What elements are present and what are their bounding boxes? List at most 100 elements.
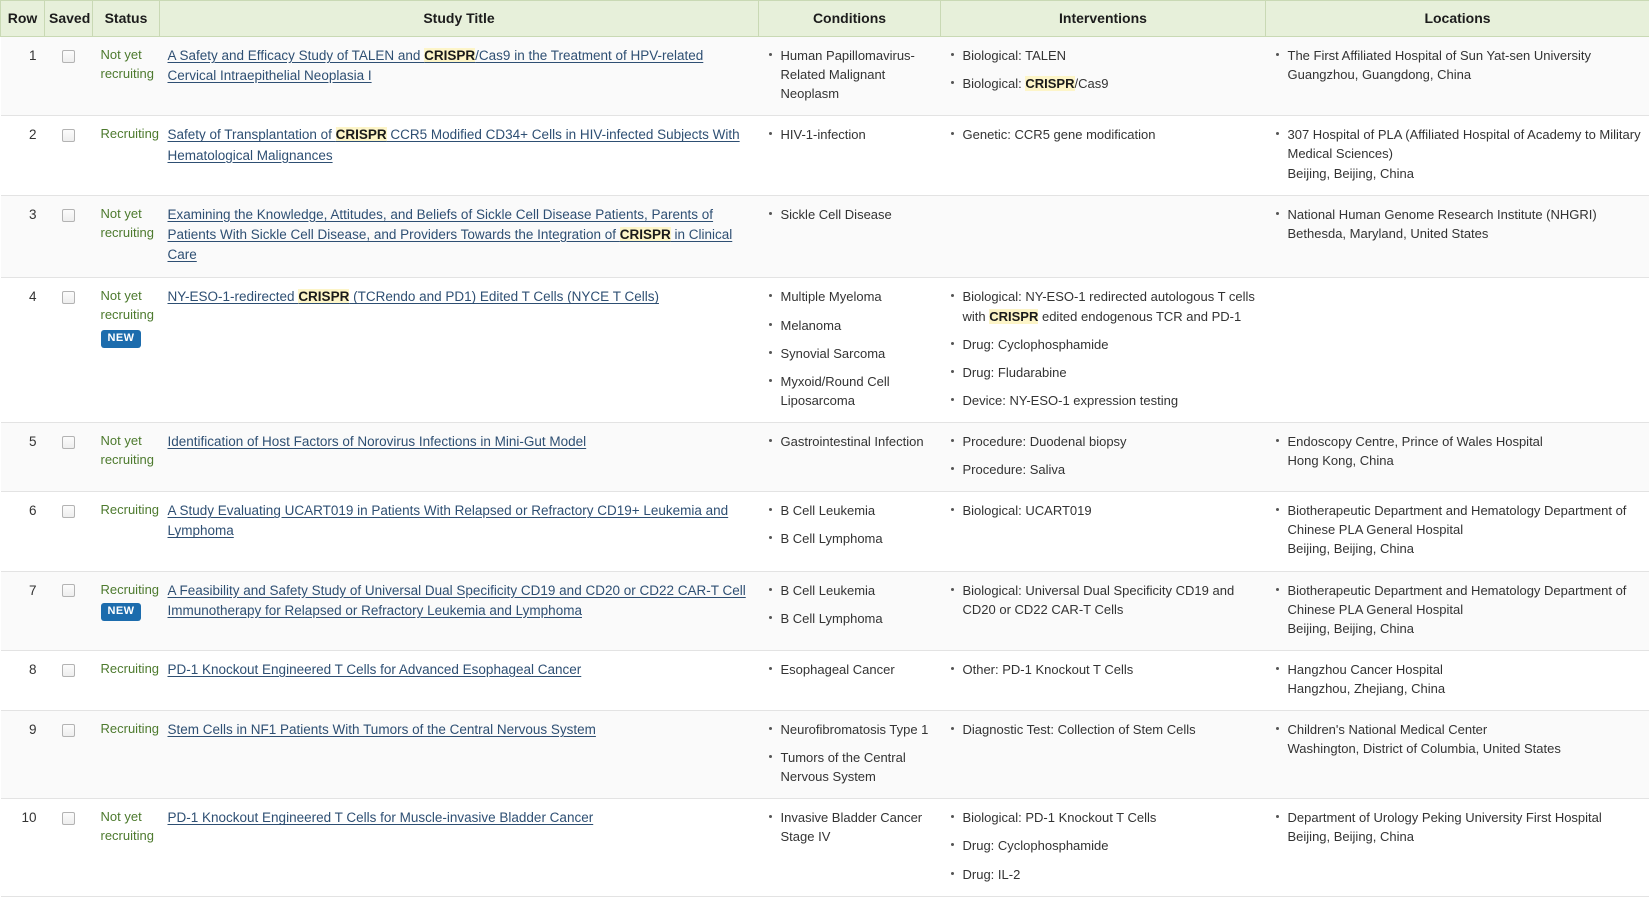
locations-cell: Department of Urology Peking University …: [1266, 799, 1649, 896]
saved-cell[interactable]: [45, 650, 93, 710]
saved-cell[interactable]: [45, 278, 93, 423]
location-place: Hangzhou, Zhejiang, China: [1288, 679, 1642, 698]
table-header: Row Saved Status Study Title Conditions …: [1, 1, 1649, 37]
status-text: Recruiting: [101, 125, 152, 144]
locations-list: Biotherapeutic Department and Hematology…: [1274, 581, 1642, 638]
study-title-link[interactable]: A Study Evaluating UCART019 in Patients …: [168, 503, 729, 538]
status-cell: Recruiting: [93, 650, 160, 710]
table-row: 6RecruitingA Study Evaluating UCART019 i…: [1, 492, 1649, 571]
conditions-cell: Human Papillomavirus-Related Malignant N…: [759, 37, 941, 116]
locations-cell: Biotherapeutic Department and Hematology…: [1266, 492, 1649, 571]
intervention-list: Other: PD-1 Knockout T Cells: [949, 660, 1258, 679]
location-place: Bethesda, Maryland, United States: [1288, 224, 1642, 243]
column-header-row: Row: [1, 1, 45, 37]
intervention-list: Procedure: Duodenal biopsyProcedure: Sal…: [949, 432, 1258, 479]
status-cell: Not yet recruiting: [93, 799, 160, 896]
save-study-checkbox[interactable]: [62, 50, 75, 63]
location-place: Beijing, Beijing, China: [1288, 827, 1642, 846]
condition-item: B Cell Leukemia: [767, 501, 933, 520]
study-title-link[interactable]: Safety of Transplantation of CRISPR CCR5…: [168, 127, 740, 162]
saved-cell[interactable]: [45, 195, 93, 278]
intervention-item: Drug: Cyclophosphamide: [949, 335, 1258, 354]
condition-item: Tumors of the Central Nervous System: [767, 748, 933, 786]
save-study-checkbox[interactable]: [62, 724, 75, 737]
intervention-item: Biological: PD-1 Knockout T Cells: [949, 808, 1258, 827]
save-study-checkbox[interactable]: [62, 664, 75, 677]
intervention-list: Genetic: CCR5 gene modification: [949, 125, 1258, 144]
save-study-checkbox[interactable]: [62, 812, 75, 825]
study-title-link[interactable]: Identification of Host Factors of Norovi…: [168, 434, 587, 449]
save-study-checkbox[interactable]: [62, 129, 75, 142]
location-item: 307 Hospital of PLA (Affiliated Hospital…: [1274, 125, 1642, 182]
saved-cell[interactable]: [45, 492, 93, 571]
highlighted-term: CRISPR: [620, 227, 671, 242]
intervention-list: Biological: UCART019: [949, 501, 1258, 520]
conditions-cell: Esophageal Cancer: [759, 650, 941, 710]
study-title-link[interactable]: PD-1 Knockout Engineered T Cells for Adv…: [168, 662, 582, 677]
study-title-cell: A Study Evaluating UCART019 in Patients …: [160, 492, 759, 571]
study-title-link[interactable]: PD-1 Knockout Engineered T Cells for Mus…: [168, 810, 594, 825]
interventions-cell: Biological: UCART019: [941, 492, 1266, 571]
status-cell: Not yet recruiting: [93, 37, 160, 116]
intervention-item: Device: NY-ESO-1 expression testing: [949, 391, 1258, 410]
study-title-link[interactable]: NY-ESO-1-redirected CRISPR (TCRendo and …: [168, 289, 659, 304]
table-row: 7RecruitingNEWA Feasibility and Safety S…: [1, 571, 1649, 650]
condition-item: B Cell Lymphoma: [767, 609, 933, 628]
status-cell: RecruitingNEW: [93, 571, 160, 650]
status-text: Recruiting: [101, 581, 152, 600]
saved-cell[interactable]: [45, 799, 93, 896]
save-study-checkbox[interactable]: [62, 209, 75, 222]
saved-cell[interactable]: [45, 711, 93, 799]
saved-cell[interactable]: [45, 571, 93, 650]
study-title-cell: Safety of Transplantation of CRISPR CCR5…: [160, 116, 759, 195]
save-study-checkbox[interactable]: [62, 584, 75, 597]
table-row: 10Not yet recruitingPD-1 Knockout Engine…: [1, 799, 1649, 896]
condition-item: B Cell Lymphoma: [767, 529, 933, 548]
location-item: National Human Genome Research Institute…: [1274, 205, 1642, 243]
intervention-item: Drug: IL-2: [949, 865, 1258, 884]
condition-list: Sickle Cell Disease: [767, 205, 933, 224]
condition-item: Melanoma: [767, 316, 933, 335]
condition-item: Human Papillomavirus-Related Malignant N…: [767, 46, 933, 103]
saved-cell[interactable]: [45, 37, 93, 116]
column-header-saved: Saved: [45, 1, 93, 37]
study-title-cell: Stem Cells in NF1 Patients With Tumors o…: [160, 711, 759, 799]
table-row: 1Not yet recruitingA Safety and Efficacy…: [1, 37, 1649, 116]
saved-cell[interactable]: [45, 422, 93, 491]
study-title-cell: NY-ESO-1-redirected CRISPR (TCRendo and …: [160, 278, 759, 423]
study-title-link[interactable]: A Feasibility and Safety Study of Univer…: [168, 583, 746, 618]
study-title-link[interactable]: Stem Cells in NF1 Patients With Tumors o…: [168, 722, 596, 737]
interventions-cell: Biological: PD-1 Knockout T CellsDrug: C…: [941, 799, 1266, 896]
study-title-cell: PD-1 Knockout Engineered T Cells for Adv…: [160, 650, 759, 710]
table-header-row: Row Saved Status Study Title Conditions …: [1, 1, 1649, 37]
condition-list: HIV-1-infection: [767, 125, 933, 144]
conditions-cell: Neurofibromatosis Type 1Tumors of the Ce…: [759, 711, 941, 799]
location-place: Washington, District of Columbia, United…: [1288, 739, 1642, 758]
table-row: 4Not yet recruitingNEWNY-ESO-1-redirecte…: [1, 278, 1649, 423]
study-title-link[interactable]: Examining the Knowledge, Attitudes, and …: [168, 207, 733, 263]
condition-item: Esophageal Cancer: [767, 660, 933, 679]
conditions-cell: Multiple MyelomaMelanomaSynovial Sarcoma…: [759, 278, 941, 423]
status-cell: Recruiting: [93, 116, 160, 195]
row-number-cell: 5: [1, 422, 45, 491]
locations-list: Biotherapeutic Department and Hematology…: [1274, 501, 1642, 558]
table-row: 8RecruitingPD-1 Knockout Engineered T Ce…: [1, 650, 1649, 710]
save-study-checkbox[interactable]: [62, 505, 75, 518]
study-title-link[interactable]: A Safety and Efficacy Study of TALEN and…: [168, 48, 704, 83]
column-header-conditions: Conditions: [759, 1, 941, 37]
locations-list: The First Affiliated Hospital of Sun Yat…: [1274, 46, 1642, 84]
row-number-cell: 6: [1, 492, 45, 571]
condition-list: Esophageal Cancer: [767, 660, 933, 679]
highlighted-term: CRISPR: [298, 289, 349, 304]
intervention-item: Procedure: Duodenal biopsy: [949, 432, 1258, 451]
locations-cell: [1266, 278, 1649, 423]
condition-list: B Cell LeukemiaB Cell Lymphoma: [767, 581, 933, 628]
save-study-checkbox[interactable]: [62, 291, 75, 304]
highlighted-term: CRISPR: [1025, 76, 1074, 91]
save-study-checkbox[interactable]: [62, 436, 75, 449]
location-place: Guangzhou, Guangdong, China: [1288, 65, 1642, 84]
intervention-item: Biological: Universal Dual Specificity C…: [949, 581, 1258, 619]
interventions-cell: Genetic: CCR5 gene modification: [941, 116, 1266, 195]
saved-cell[interactable]: [45, 116, 93, 195]
status-text: Not yet recruiting: [101, 205, 152, 243]
